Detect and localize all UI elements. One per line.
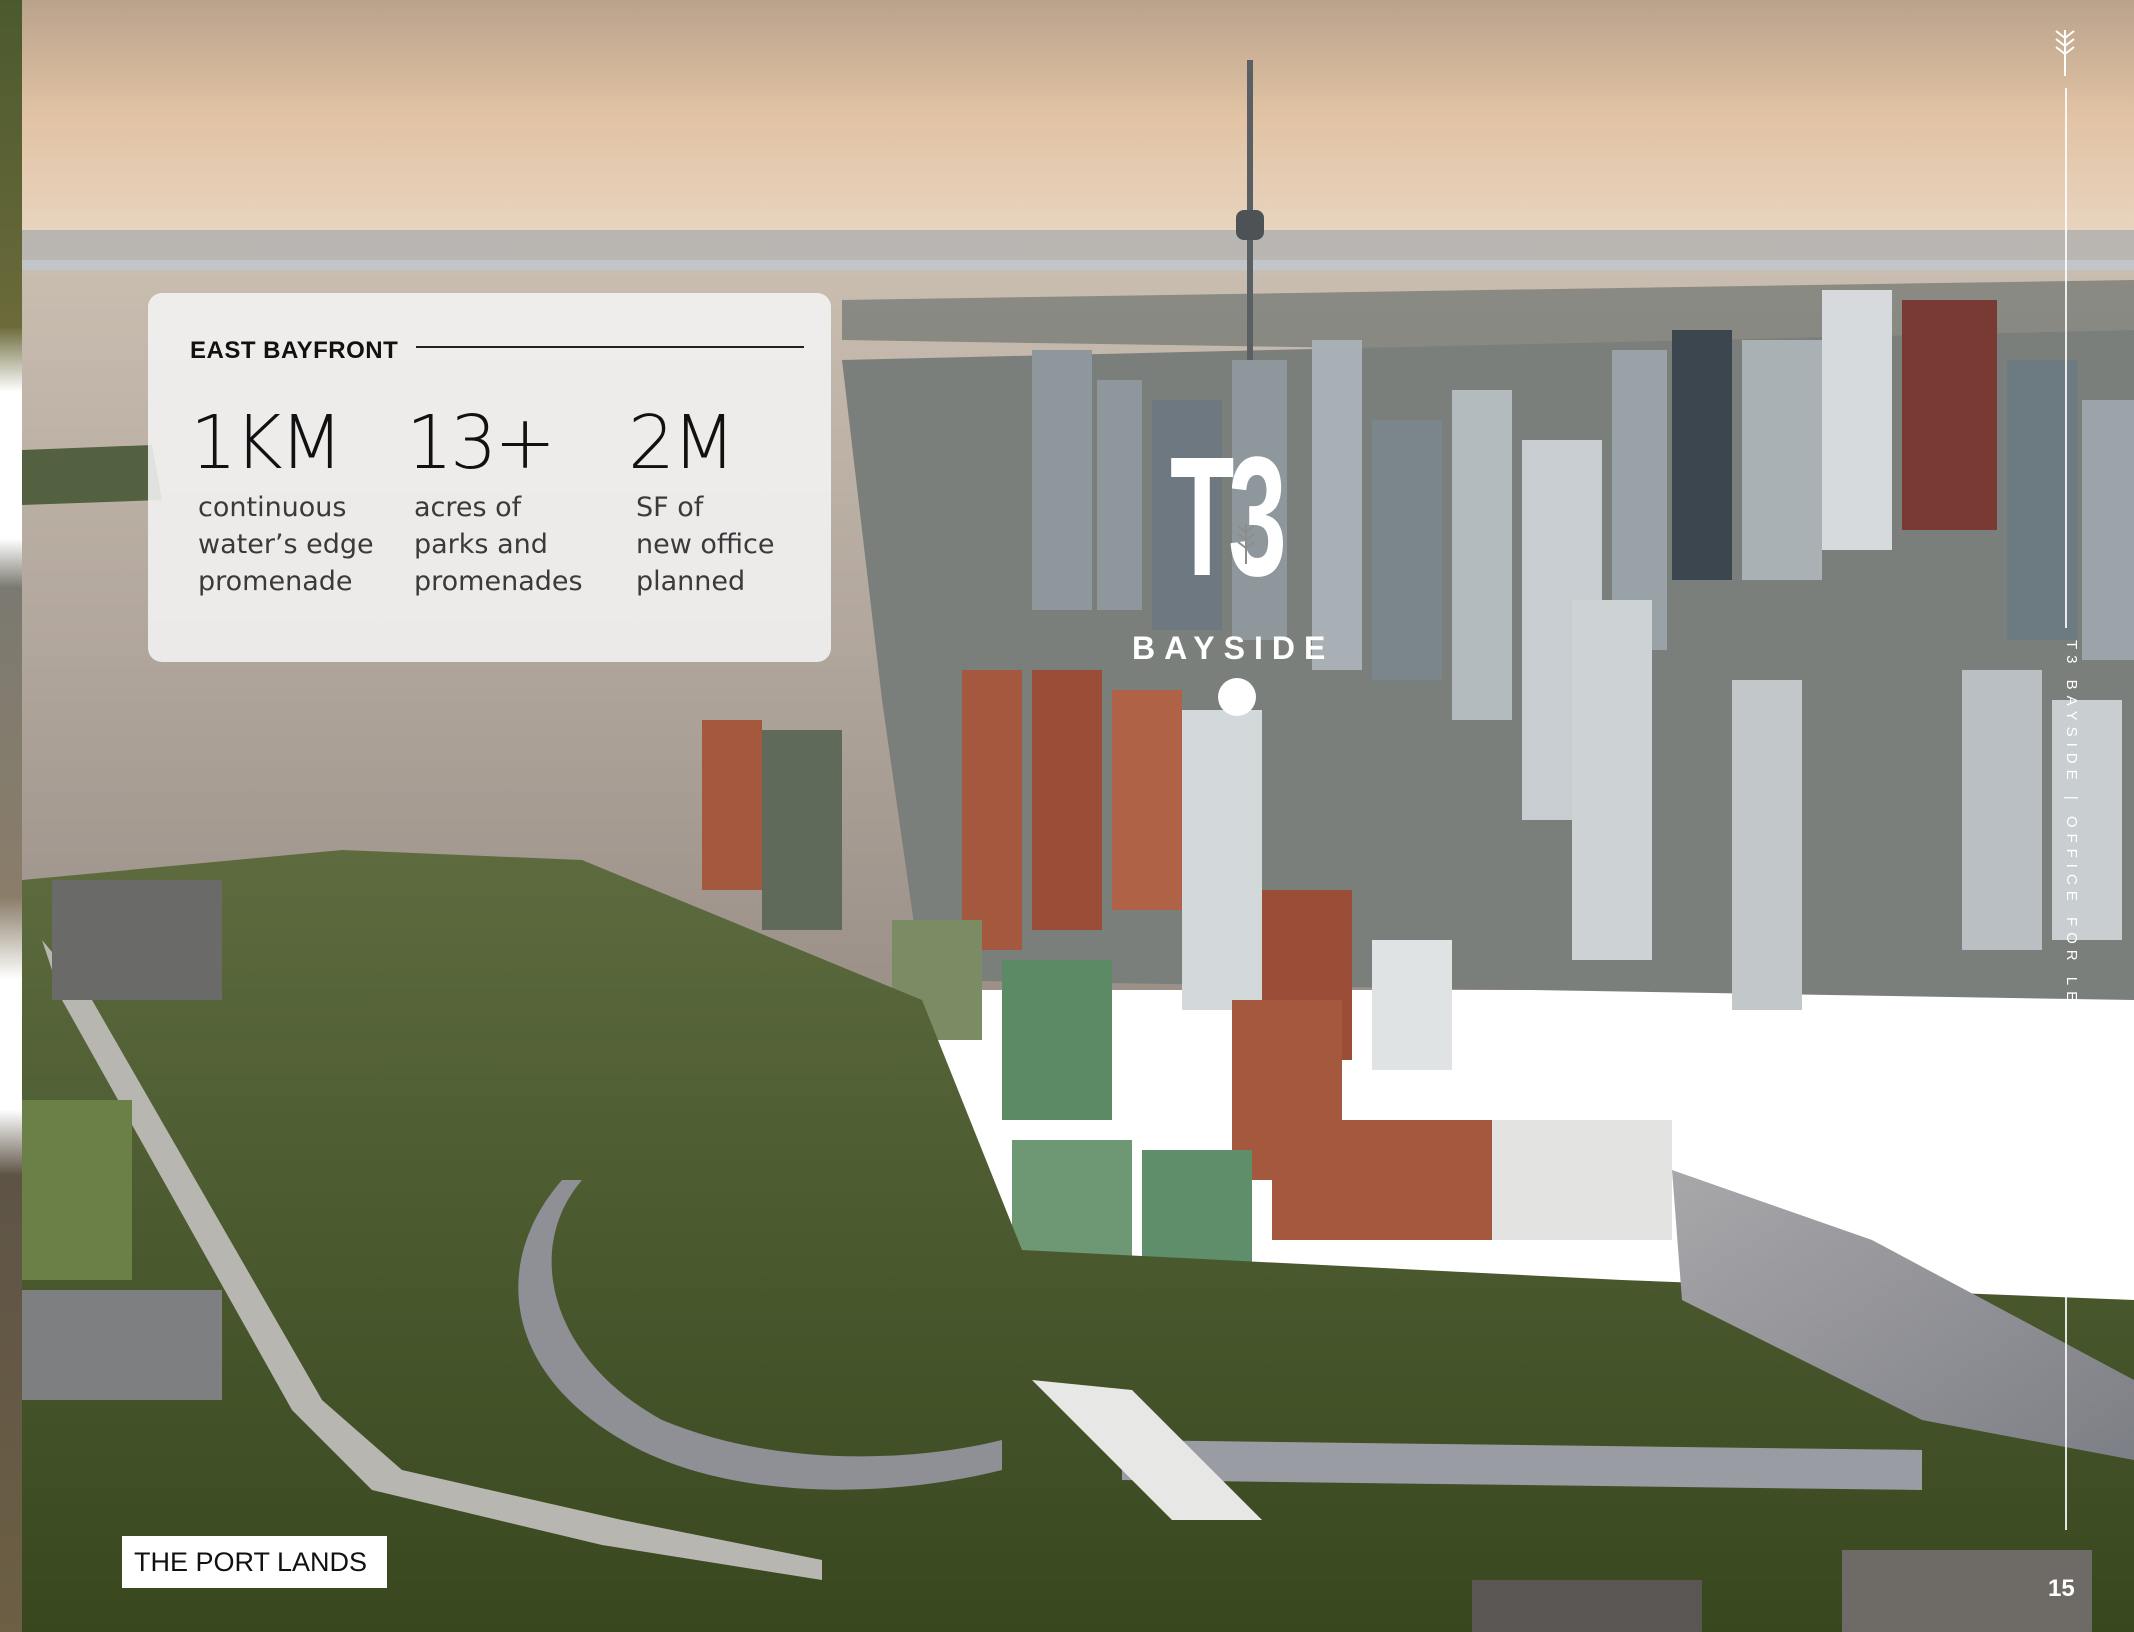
stat-label: continuous water’s edge promenade <box>190 489 418 600</box>
stat-label-line: SF of <box>636 492 704 523</box>
stat-value: 1KM <box>190 400 343 486</box>
stat-value: 2M <box>628 400 736 486</box>
aerial-photo <box>22 0 2134 1632</box>
stat-label-line: new office <box>636 529 775 560</box>
heading-rule <box>416 346 804 348</box>
brochure-page: EAST BAYFRONT 1KM continuous water’s edg… <box>0 0 2134 1632</box>
stat-value: 13+ <box>406 400 556 486</box>
stat-promenade: 1KM continuous water’s edge promenade <box>190 403 418 600</box>
tree-icon <box>2055 30 2075 76</box>
stat-label: SF of new office planned <box>628 489 856 600</box>
stat-label-line: parks and <box>414 529 548 560</box>
stat-office: 2M SF of new office planned <box>628 403 856 600</box>
previous-page-edge <box>0 0 22 1632</box>
stat-label-line: water’s edge <box>198 529 374 560</box>
stat-label-line: continuous <box>198 492 347 523</box>
leaf-icon <box>1237 524 1255 564</box>
stat-label: acres of parks and promenades <box>406 489 634 600</box>
rail-line <box>2065 1030 2067 1530</box>
east-bayfront-stats-card: EAST BAYFRONT 1KM continuous water’s edg… <box>148 293 831 662</box>
stat-label-line: promenade <box>198 566 353 597</box>
stats-heading: EAST BAYFRONT <box>190 337 399 364</box>
running-header: T3 BAYSIDE | OFFICE FOR LEASE <box>2063 640 2080 1056</box>
logo-dot <box>1218 678 1256 716</box>
logo-mark: T3 <box>1170 422 1287 612</box>
page-number: 15 <box>2048 1575 2075 1602</box>
stat-label-line: acres of <box>414 492 522 523</box>
rail-line <box>2065 88 2067 628</box>
stat-label-line: promenades <box>414 566 583 597</box>
location-tag: THE PORT LANDS <box>122 1536 388 1588</box>
stat-label-line: planned <box>636 566 746 597</box>
logo-name: BAYSIDE <box>1132 630 1335 666</box>
t3-bayside-logo: T3 BAYSIDE <box>1132 422 1340 716</box>
stat-parks: 13+ acres of parks and promenades <box>406 403 634 600</box>
